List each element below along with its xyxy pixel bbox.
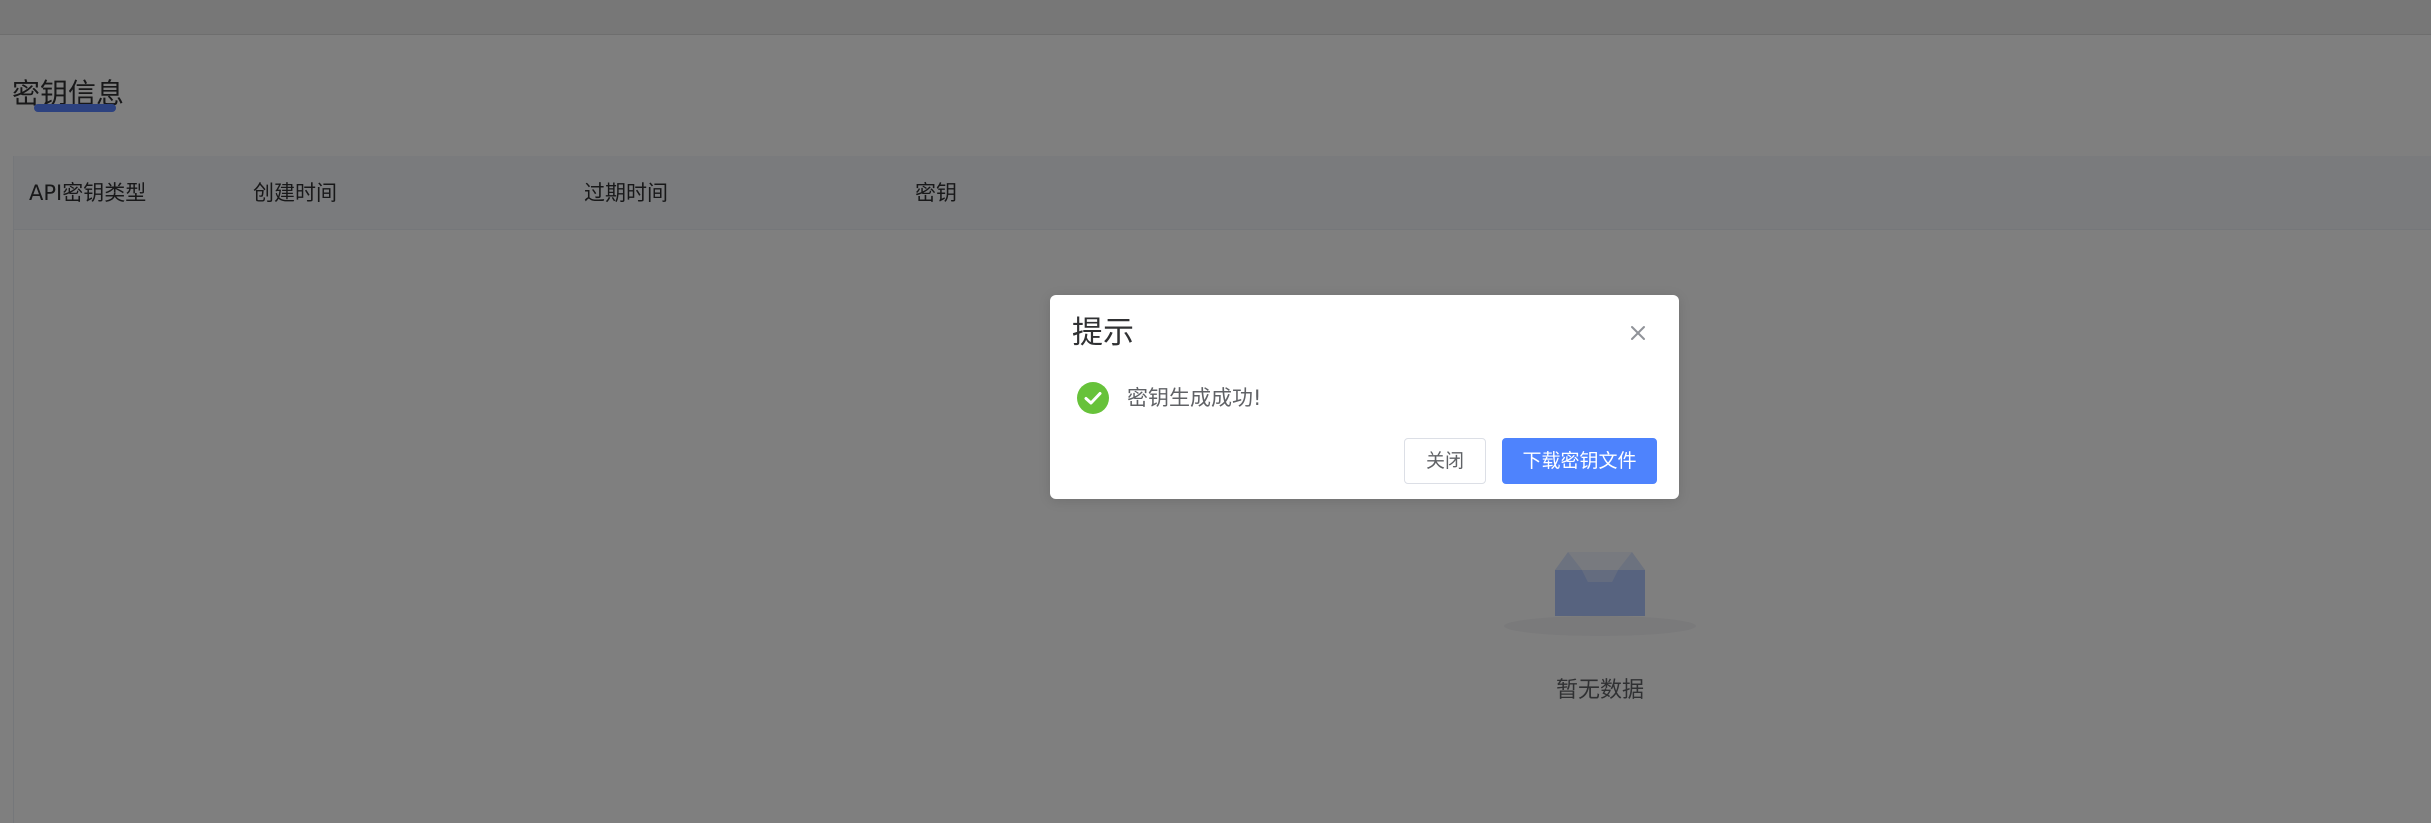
dialog-title: 提示 [1072, 315, 1134, 351]
download-key-file-button[interactable]: 下载密钥文件 [1502, 438, 1657, 484]
close-icon[interactable] [1624, 319, 1652, 347]
dialog-message: 密钥生成成功! [1127, 386, 1262, 410]
success-check-icon [1077, 382, 1109, 414]
message-dialog: 提示 密钥生成成功! 关闭 下载密钥文件 [1050, 295, 1679, 499]
close-button[interactable]: 关闭 [1404, 438, 1486, 484]
